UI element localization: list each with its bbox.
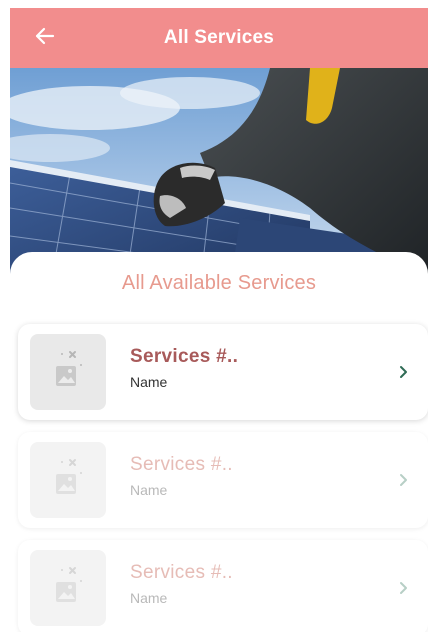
service-name: Name <box>130 374 168 390</box>
service-thumbnail <box>30 550 106 626</box>
image-placeholder-icon <box>48 566 88 611</box>
service-title: Services #.. <box>130 454 233 475</box>
service-text: Services #.. Name <box>130 562 233 606</box>
service-name: Name <box>130 482 168 498</box>
arrow-left-icon <box>35 27 55 50</box>
section-title: All Available Services <box>121 272 317 294</box>
service-thumbnail <box>30 442 106 518</box>
app-screen: All Services All Available Services Serv… <box>0 0 428 632</box>
chevron-right-icon[interactable] <box>394 362 414 382</box>
service-text: Services #.. Name <box>130 346 238 390</box>
image-placeholder-icon <box>48 458 88 503</box>
back-button[interactable] <box>30 23 60 53</box>
app-header: All Services <box>10 8 428 68</box>
chevron-right-icon[interactable] <box>394 578 414 598</box>
service-title: Services #.. <box>130 346 239 367</box>
image-placeholder-icon <box>48 350 88 395</box>
services-panel: All Available Services Services #.. Name… <box>10 252 428 632</box>
service-name: Name <box>130 590 168 606</box>
page-title: All Services <box>163 27 275 48</box>
service-card[interactable]: Services #.. Name <box>18 432 428 528</box>
service-card[interactable]: Services #.. Name <box>18 540 428 632</box>
service-title: Services #.. <box>130 562 233 583</box>
service-thumbnail <box>30 334 106 410</box>
service-card[interactable]: Services #.. Name <box>18 324 428 420</box>
chevron-right-icon[interactable] <box>394 470 414 490</box>
service-text: Services #.. Name <box>130 454 233 498</box>
